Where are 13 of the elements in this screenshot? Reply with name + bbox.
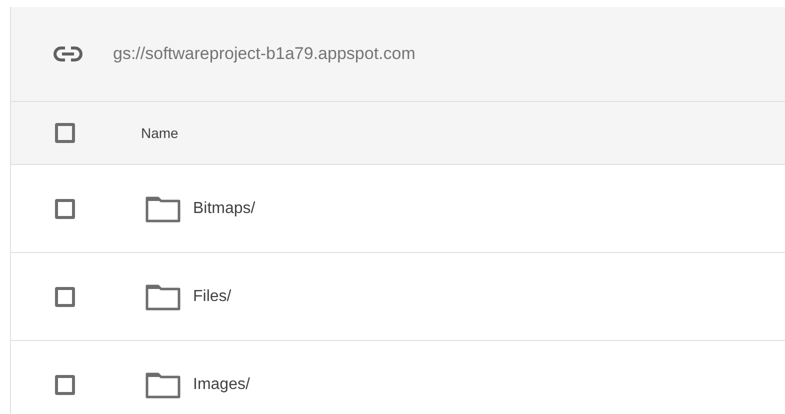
folder-icon	[145, 282, 181, 310]
checkbox[interactable]	[55, 286, 75, 306]
checkbox[interactable]	[55, 374, 75, 394]
folder-icon	[145, 194, 181, 222]
folder-icon	[145, 370, 181, 398]
checkbox[interactable]	[55, 123, 75, 143]
folder-name[interactable]: Bitmaps/	[193, 200, 256, 218]
folder-name[interactable]: Images/	[193, 376, 250, 394]
column-header[interactable]: Name	[141, 125, 178, 141]
folder-name[interactable]: Files/	[193, 288, 232, 306]
link-icon	[53, 46, 83, 62]
checkbox[interactable]	[55, 198, 75, 218]
bucket-path: gs://softwareproject-b1a79.appspot.com	[113, 44, 416, 64]
